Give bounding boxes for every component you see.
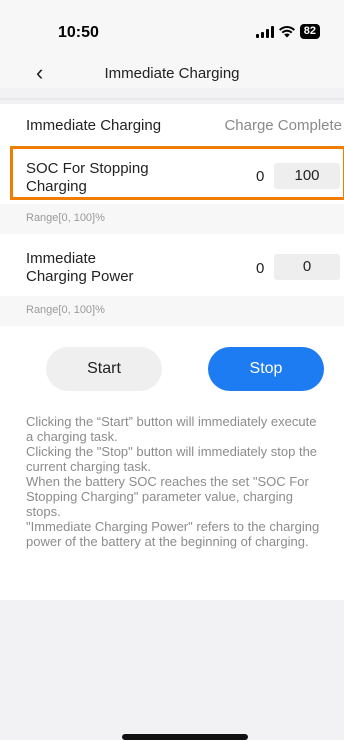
signal-icon [255,25,274,38]
soc-stop-label: SOC For Stopping Charging [26,160,149,195]
charging-status-value: Charge Complete [224,117,342,134]
soc-stop-row: SOC For Stopping Charging 0 100 [0,146,344,204]
home-indicator [122,734,248,740]
soc-stop-range: Range[0, 100]% [26,212,105,224]
divider [0,98,344,100]
page-title: Immediate Charging [104,65,240,82]
charging-power-min: 0 [256,260,265,277]
soc-stop-range-area: Range[0, 100]% [0,204,344,234]
description-text: Clicking the “Start” button will immedia… [26,414,320,549]
status-bar: 10:50 82 [0,0,344,62]
charging-power-range-area: Range[0, 100]% [0,296,344,326]
soc-stop-input[interactable]: 100 [274,163,340,189]
start-button[interactable]: Start [46,347,162,391]
soc-stop-min: 0 [256,168,265,185]
nav-bar: ‹ Immediate Charging [0,60,344,88]
stop-button[interactable]: Stop [208,347,324,391]
status-icons: 82 [255,24,320,39]
charging-power-row: Immediate Charging Power 0 0 [0,234,344,296]
wifi-icon [278,25,295,37]
action-panel: Start Stop Clicking the “Start” button w… [0,326,344,600]
battery-icon: 82 [299,24,320,39]
charging-power-label: Immediate Charging Power [26,250,134,285]
charging-power-input[interactable]: 0 [274,254,340,280]
charging-status-label: Immediate Charging [26,117,162,134]
charging-power-range: Range[0, 100]% [26,304,105,316]
status-time: 10:50 [58,24,99,41]
charging-status-row: Immediate Charging Charge Complete [0,104,344,146]
